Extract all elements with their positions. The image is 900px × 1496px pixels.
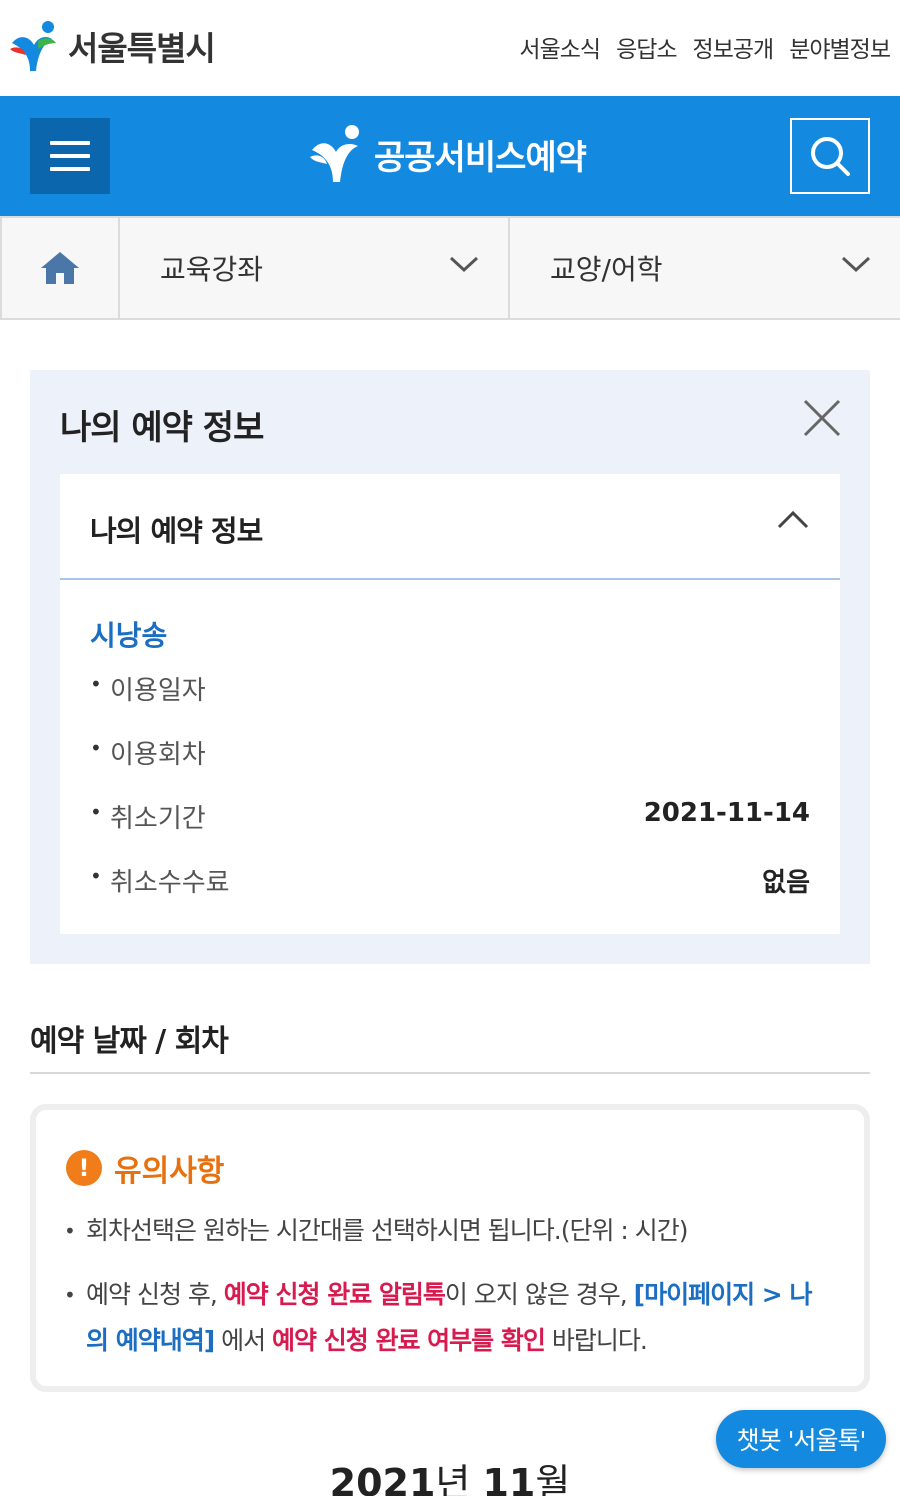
service-title: 공공서비스예약 [374, 137, 587, 178]
notice-box: ! 유의사항 • 회차선택은 원하는 시간대를 선택하시면 됩니다.(단위 : … [30, 1104, 870, 1392]
menu-line-icon [50, 167, 90, 171]
chevron-down-icon [449, 256, 479, 273]
reservation-card: 나의 예약 정보 시낭송 • 이용일자 • 이용회차 • 취소기간 2021-1… [60, 474, 840, 934]
bullet: • [64, 1283, 76, 1307]
link-seoul-news[interactable]: 서울소식 [519, 30, 601, 64]
link-field-info[interactable]: 분야별정보 [789, 30, 891, 64]
notice-item: • 예약 신청 후, 예약 신청 완료 알림톡이 오지 않은 경우, [마이페이… [64, 1272, 826, 1364]
notice-header: ! 유의사항 [66, 1146, 224, 1190]
notice-highlight: 예약 신청 완료 알림톡 [223, 1280, 446, 1309]
subcategory-select[interactable]: 교양/어학 [510, 218, 900, 318]
notice-item: • 회차선택은 원하는 시간대를 선택하시면 됩니다.(단위 : 시간) [64, 1208, 826, 1254]
service-header: 공공서비스예약 [0, 96, 900, 216]
calendar-month-suffix: 월 [535, 1461, 571, 1496]
home-button[interactable] [0, 218, 120, 318]
service-logo-icon [310, 125, 359, 182]
notice-text: 예약 신청 후, [86, 1280, 224, 1309]
search-icon [811, 137, 850, 176]
reservation-card-header[interactable]: 나의 예약 정보 [60, 474, 840, 580]
bullet: • [90, 800, 102, 824]
notice-title: 유의사항 [114, 1154, 225, 1189]
notice-text: 에서 [214, 1326, 273, 1355]
hamburger-menu-button[interactable] [30, 118, 110, 194]
calendar-month: 11 [482, 1461, 536, 1496]
close-icon[interactable] [802, 398, 842, 438]
card-title: 나의 예약 정보 [90, 514, 263, 548]
section-title: 예약 날짜 / 회차 [30, 1024, 229, 1059]
my-reservation-panel: 나의 예약 정보 나의 예약 정보 시낭송 • 이용일자 • 이용회차 • 취소… [30, 370, 870, 964]
bullet: • [90, 672, 102, 696]
service-brand[interactable]: 공공서비스예약 [308, 122, 587, 186]
cancel-period-value: 2021-11-14 [643, 798, 810, 828]
link-info-disclosure[interactable]: 정보공개 [693, 30, 775, 64]
search-button[interactable] [790, 118, 870, 194]
category-select[interactable]: 교육강좌 [120, 218, 510, 318]
bullet: • [64, 1219, 76, 1243]
info-row: • 이용일자 [90, 670, 810, 710]
top-links: 서울소식 응답소 정보공개 분야별정보 [519, 30, 891, 64]
notice-text: 바랍니다. [544, 1326, 648, 1355]
notice-text: 이 오지 않은 경우, [444, 1280, 634, 1309]
calendar-year: 2021 [329, 1461, 436, 1496]
menu-line-icon [50, 154, 90, 158]
panel-title: 나의 예약 정보 [60, 408, 264, 448]
logo-text: 서울특별시 [68, 29, 216, 68]
seoul-logo[interactable]: 서울특별시 [8, 18, 216, 74]
usage-round-label: 이용회차 [110, 740, 206, 770]
usage-date-label: 이용일자 [110, 676, 206, 706]
cancel-period-label: 취소기간 [110, 804, 206, 834]
home-icon [41, 252, 79, 284]
category-label: 교육강좌 [160, 253, 264, 286]
cancel-fee-label: 취소수수료 [110, 868, 230, 898]
menu-line-icon [50, 141, 90, 145]
bullet: • [90, 736, 102, 760]
top-bar: 서울특별시 서울소식 응답소 정보공개 분야별정보 [0, 0, 900, 96]
info-row: • 취소기간 2021-11-14 [90, 798, 810, 838]
divider [30, 1072, 870, 1074]
seoul-logo-icon [10, 21, 56, 71]
bullet: • [90, 864, 102, 888]
subcategory-label: 교양/어학 [550, 253, 663, 286]
info-row: • 취소수수료 없음 [90, 862, 810, 902]
notice-item-text: 회차선택은 원하는 시간대를 선택하시면 됩니다.(단위 : 시간) [86, 1216, 689, 1245]
exclamation-icon: ! [66, 1150, 102, 1186]
chatbot-button[interactable]: 챗봇 '서울톡' [716, 1410, 886, 1468]
info-row: • 이용회차 [90, 734, 810, 774]
breadcrumb: 교육강좌 교양/어학 [0, 216, 900, 320]
cancel-fee-value: 없음 [762, 868, 810, 898]
chevron-up-icon[interactable] [776, 508, 810, 530]
program-name: 시낭송 [90, 619, 168, 652]
notice-highlight: 예약 신청 완료 여부를 확인 [272, 1326, 546, 1355]
chevron-down-icon [841, 256, 871, 273]
calendar-year-suffix: 년 [435, 1461, 483, 1496]
link-eungdapso[interactable]: 응답소 [616, 30, 677, 64]
